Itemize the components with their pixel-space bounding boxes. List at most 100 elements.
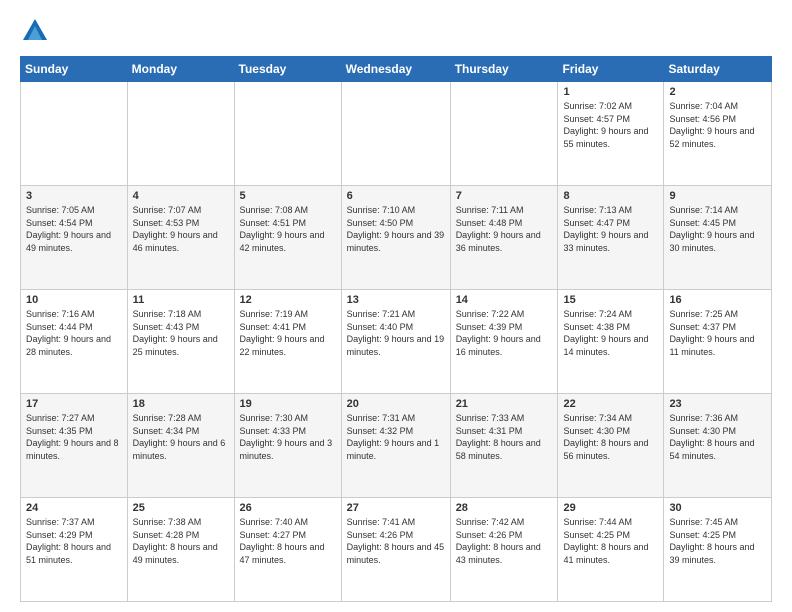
day-number: 6: [347, 190, 445, 202]
day-info: Sunrise: 7:40 AMSunset: 4:27 PMDaylight:…: [240, 516, 336, 566]
calendar-cell: 4 Sunrise: 7:07 AMSunset: 4:53 PMDaylight…: [127, 186, 234, 290]
weekday-header-saturday: Saturday: [664, 57, 772, 82]
calendar-week-row: 3 Sunrise: 7:05 AMSunset: 4:54 PMDaylight…: [21, 186, 772, 290]
calendar-cell: 9 Sunrise: 7:14 AMSunset: 4:45 PMDaylight…: [664, 186, 772, 290]
calendar-cell: 2Sunrise: 7:04 AMSunset: 4:56 PMDaylight…: [664, 82, 772, 186]
calendar-cell: 1 Sunrise: 7:02 AMSunset: 4:57 PMDaylight…: [558, 82, 664, 186]
day-number: 23: [669, 398, 766, 410]
day-number: 16: [669, 294, 766, 306]
weekday-header-wednesday: Wednesday: [341, 57, 450, 82]
day-info: Sunrise: 7:25 AMSunset: 4:37 PMDaylight:…: [669, 308, 766, 358]
header: [20, 16, 772, 46]
day-number: 8: [563, 190, 658, 202]
day-number: 11: [133, 294, 229, 306]
calendar-cell: 23 Sunrise: 7:36 AMSunset: 4:30 PMDayligh…: [664, 394, 772, 498]
calendar-cell: 26 Sunrise: 7:40 AMSunset: 4:27 PMDayligh…: [234, 498, 341, 602]
day-number: 14: [456, 294, 553, 306]
day-info: Sunrise: 7:11 AMSunset: 4:48 PMDaylight:…: [456, 204, 553, 254]
calendar-cell: 19 Sunrise: 7:30 AMSunset: 4:33 PMDayligh…: [234, 394, 341, 498]
day-number: 1: [563, 86, 658, 98]
day-info: Sunrise: 7:37 AMSunset: 4:29 PMDaylight:…: [26, 516, 122, 566]
day-number: 3: [26, 190, 122, 202]
calendar-cell: 11 Sunrise: 7:18 AMSunset: 4:43 PMDayligh…: [127, 290, 234, 394]
day-number: 22: [563, 398, 658, 410]
day-number: 5: [240, 190, 336, 202]
day-info: Sunrise: 7:16 AMSunset: 4:44 PMDaylight:…: [26, 308, 122, 358]
calendar-cell: 17Sunrise: 7:27 AMSunset: 4:35 PMDayligh…: [21, 394, 128, 498]
calendar-cell: [450, 82, 558, 186]
day-info: Sunrise: 7:10 AMSunset: 4:50 PMDaylight:…: [347, 204, 445, 254]
calendar-cell: 8 Sunrise: 7:13 AMSunset: 4:47 PMDaylight…: [558, 186, 664, 290]
day-number: 2: [669, 86, 766, 98]
calendar-cell: 3 Sunrise: 7:05 AMSunset: 4:54 PMDaylight…: [21, 186, 128, 290]
calendar-cell: 22 Sunrise: 7:34 AMSunset: 4:30 PMDayligh…: [558, 394, 664, 498]
page: SundayMondayTuesdayWednesdayThursdayFrid…: [0, 0, 792, 612]
calendar-cell: 7 Sunrise: 7:11 AMSunset: 4:48 PMDaylight…: [450, 186, 558, 290]
day-info: Sunrise: 7:07 AMSunset: 4:53 PMDaylight:…: [133, 204, 229, 254]
day-number: 26: [240, 502, 336, 514]
calendar-week-row: 24 Sunrise: 7:37 AMSunset: 4:29 PMDayligh…: [21, 498, 772, 602]
calendar-cell: [234, 82, 341, 186]
logo: [20, 16, 54, 46]
day-number: 4: [133, 190, 229, 202]
day-number: 19: [240, 398, 336, 410]
day-number: 25: [133, 502, 229, 514]
day-info: Sunrise: 7:42 AMSunset: 4:26 PMDaylight:…: [456, 516, 553, 566]
day-info: Sunrise: 7:05 AMSunset: 4:54 PMDaylight:…: [26, 204, 122, 254]
day-number: 15: [563, 294, 658, 306]
day-number: 27: [347, 502, 445, 514]
calendar-cell: 10 Sunrise: 7:16 AMSunset: 4:44 PMDayligh…: [21, 290, 128, 394]
calendar-cell: 18 Sunrise: 7:28 AMSunset: 4:34 PMDayligh…: [127, 394, 234, 498]
day-number: 13: [347, 294, 445, 306]
weekday-header-sunday: Sunday: [21, 57, 128, 82]
day-number: 30: [669, 502, 766, 514]
day-info: Sunrise: 7:30 AMSunset: 4:33 PMDaylight:…: [240, 412, 336, 462]
day-info: Sunrise: 7:45 AMSunset: 4:25 PMDaylight:…: [669, 516, 766, 566]
calendar-cell: 20 Sunrise: 7:31 AMSunset: 4:32 PMDayligh…: [341, 394, 450, 498]
day-number: 28: [456, 502, 553, 514]
calendar-table: SundayMondayTuesdayWednesdayThursdayFrid…: [20, 56, 772, 602]
weekday-header-monday: Monday: [127, 57, 234, 82]
day-info: Sunrise: 7:24 AMSunset: 4:38 PMDaylight:…: [563, 308, 658, 358]
day-number: 7: [456, 190, 553, 202]
calendar-cell: 29Sunrise: 7:44 AMSunset: 4:25 PMDayligh…: [558, 498, 664, 602]
day-info: Sunrise: 7:08 AMSunset: 4:51 PMDaylight:…: [240, 204, 336, 254]
day-info: Sunrise: 7:14 AMSunset: 4:45 PMDaylight:…: [669, 204, 766, 254]
calendar-cell: [127, 82, 234, 186]
weekday-header-thursday: Thursday: [450, 57, 558, 82]
day-info: Sunrise: 7:02 AMSunset: 4:57 PMDaylight:…: [563, 100, 658, 150]
day-info: Sunrise: 7:44 AMSunset: 4:25 PMDaylight:…: [563, 516, 658, 566]
calendar-cell: 16 Sunrise: 7:25 AMSunset: 4:37 PMDayligh…: [664, 290, 772, 394]
calendar-cell: 24 Sunrise: 7:37 AMSunset: 4:29 PMDayligh…: [21, 498, 128, 602]
day-number: 20: [347, 398, 445, 410]
calendar-cell: [21, 82, 128, 186]
day-info: Sunrise: 7:28 AMSunset: 4:34 PMDaylight:…: [133, 412, 229, 462]
calendar-week-row: 17Sunrise: 7:27 AMSunset: 4:35 PMDayligh…: [21, 394, 772, 498]
weekday-header-friday: Friday: [558, 57, 664, 82]
day-number: 12: [240, 294, 336, 306]
day-info: Sunrise: 7:31 AMSunset: 4:32 PMDaylight:…: [347, 412, 445, 462]
day-info: Sunrise: 7:19 AMSunset: 4:41 PMDaylight:…: [240, 308, 336, 358]
day-info: Sunrise: 7:36 AMSunset: 4:30 PMDaylight:…: [669, 412, 766, 462]
calendar-cell: [341, 82, 450, 186]
calendar-cell: 14 Sunrise: 7:22 AMSunset: 4:39 PMDayligh…: [450, 290, 558, 394]
calendar-cell: 6 Sunrise: 7:10 AMSunset: 4:50 PMDaylight…: [341, 186, 450, 290]
day-number: 18: [133, 398, 229, 410]
day-info: Sunrise: 7:13 AMSunset: 4:47 PMDaylight:…: [563, 204, 658, 254]
calendar-body: 1 Sunrise: 7:02 AMSunset: 4:57 PMDaylight…: [21, 82, 772, 602]
calendar-cell: 27 Sunrise: 7:41 AMSunset: 4:26 PMDayligh…: [341, 498, 450, 602]
day-number: 24: [26, 502, 122, 514]
day-info: Sunrise: 7:33 AMSunset: 4:31 PMDaylight:…: [456, 412, 553, 462]
calendar-week-row: 10 Sunrise: 7:16 AMSunset: 4:44 PMDayligh…: [21, 290, 772, 394]
day-number: 21: [456, 398, 553, 410]
day-info: Sunrise: 7:34 AMSunset: 4:30 PMDaylight:…: [563, 412, 658, 462]
day-info: Sunrise: 7:41 AMSunset: 4:26 PMDaylight:…: [347, 516, 445, 566]
day-number: 17: [26, 398, 122, 410]
day-number: 9: [669, 190, 766, 202]
day-info: Sunrise: 7:18 AMSunset: 4:43 PMDaylight:…: [133, 308, 229, 358]
calendar-cell: 28 Sunrise: 7:42 AMSunset: 4:26 PMDayligh…: [450, 498, 558, 602]
day-number: 10: [26, 294, 122, 306]
calendar-cell: 25Sunrise: 7:38 AMSunset: 4:28 PMDayligh…: [127, 498, 234, 602]
calendar-week-row: 1 Sunrise: 7:02 AMSunset: 4:57 PMDaylight…: [21, 82, 772, 186]
day-info: Sunrise: 7:22 AMSunset: 4:39 PMDaylight:…: [456, 308, 553, 358]
